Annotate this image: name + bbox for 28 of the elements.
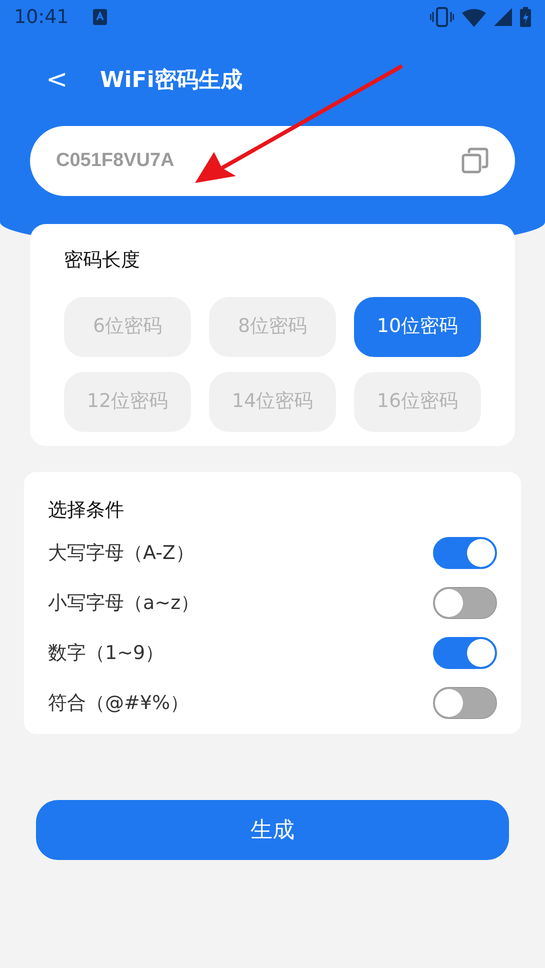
copy-icon[interactable] xyxy=(461,147,489,175)
signal-icon xyxy=(494,8,512,26)
length-option[interactable]: 14位密码 xyxy=(209,372,336,432)
length-option[interactable]: 10位密码 xyxy=(354,296,481,356)
length-option[interactable]: 16位密码 xyxy=(354,372,481,432)
condition-label: 小写字母（a~z） xyxy=(48,590,200,616)
status-time: 10:41 xyxy=(14,4,69,30)
condition-label: 大写字母（A-Z） xyxy=(48,540,194,566)
vibrate-icon xyxy=(430,7,454,27)
wifi-icon xyxy=(462,8,486,26)
condition-label: 数字（1~9） xyxy=(48,640,164,666)
length-option[interactable]: 6位密码 xyxy=(64,296,191,356)
password-field[interactable]: C051F8VU7A xyxy=(30,126,515,196)
keyboard-icon xyxy=(92,9,107,25)
length-option[interactable]: 12位密码 xyxy=(64,372,191,432)
condition-label: 符合（@#¥%） xyxy=(48,690,190,716)
toggle-switch[interactable] xyxy=(433,687,497,719)
toggle-switch[interactable] xyxy=(433,637,497,669)
generate-button[interactable]: 生成 xyxy=(36,800,509,860)
toggle-switch[interactable] xyxy=(433,587,497,619)
length-option[interactable]: 8位密码 xyxy=(209,296,336,356)
section-title: 密码长度 xyxy=(64,248,141,273)
back-button[interactable]: < xyxy=(40,60,70,100)
section-title: 选择条件 xyxy=(48,498,125,522)
toggle-switch[interactable] xyxy=(433,537,497,569)
battery-icon xyxy=(520,7,531,27)
page-title: WiFi密码生成 xyxy=(100,66,242,94)
password-value: C051F8VU7A xyxy=(56,148,174,173)
